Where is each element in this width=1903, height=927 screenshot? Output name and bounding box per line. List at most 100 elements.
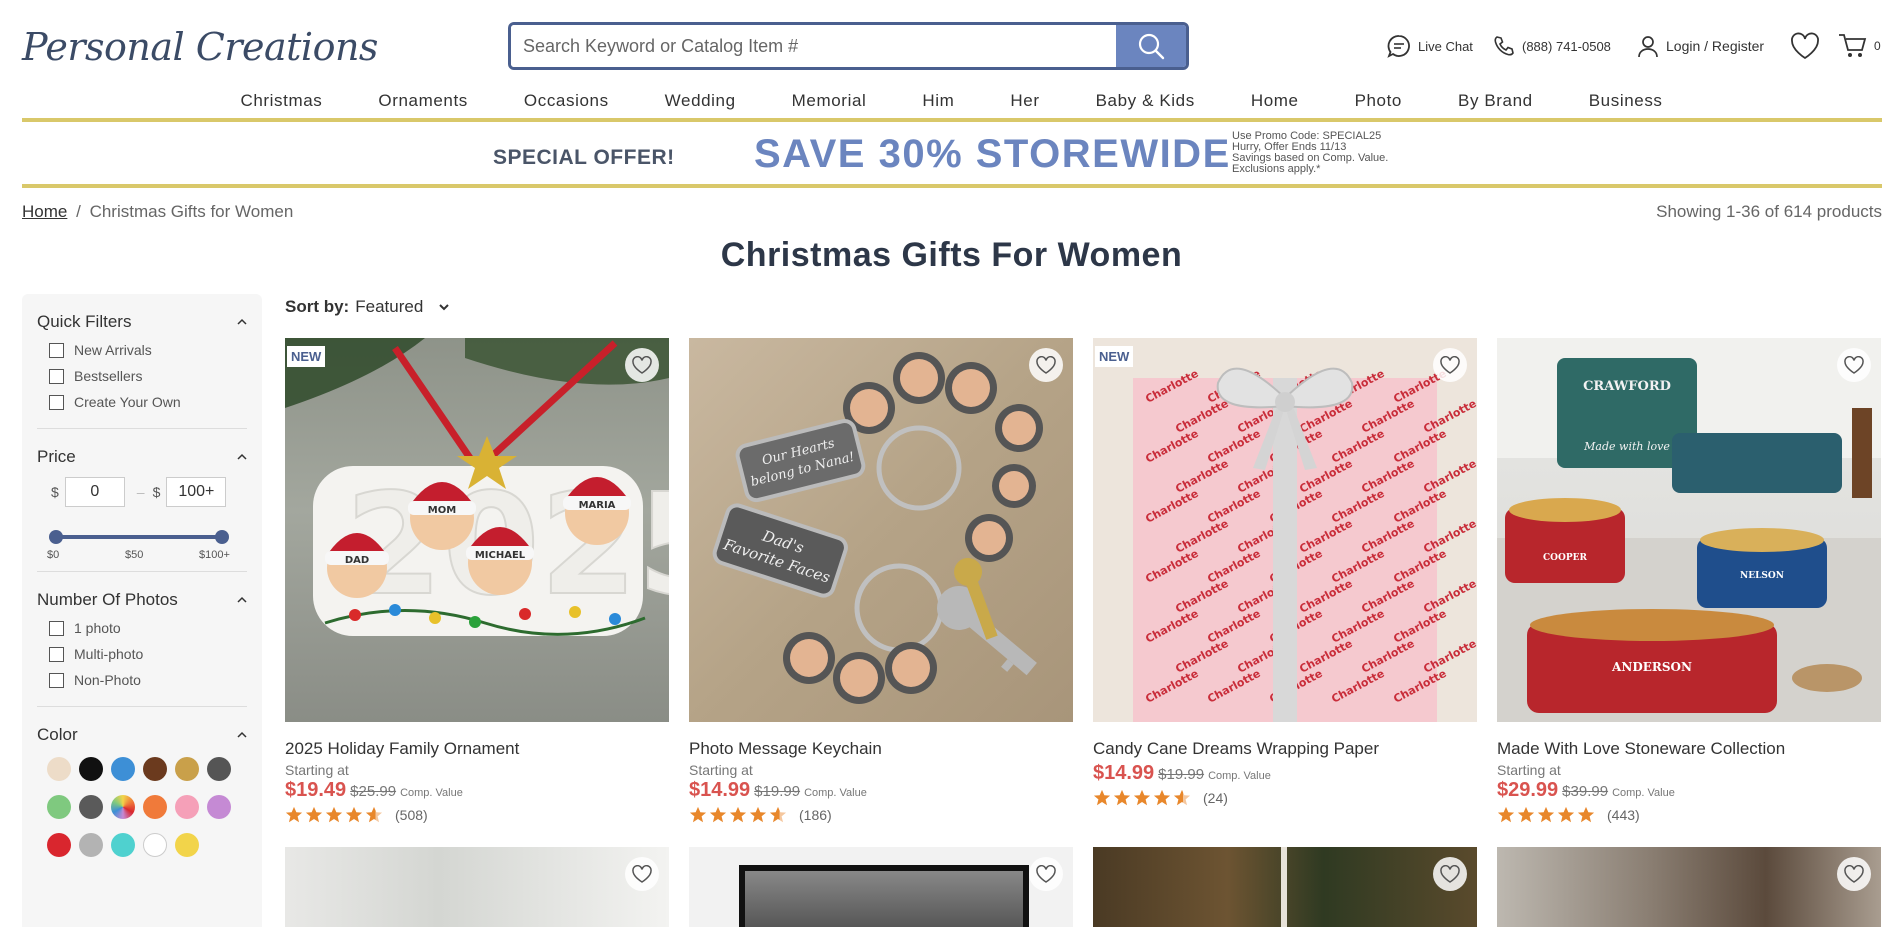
heart-icon [1440,865,1460,883]
nav-baby-kids[interactable]: Baby & Kids [1068,88,1223,114]
checkbox[interactable] [49,646,64,662]
product-image[interactable] [689,847,1073,927]
color-swatch[interactable] [175,833,199,857]
filter-option-1-photo[interactable]: 1 photo [49,620,247,636]
product-name[interactable]: 2025 Holiday Family Ornament [285,739,669,759]
filter-color-header[interactable]: Color [37,725,247,745]
nav-occasions[interactable]: Occasions [496,88,637,114]
color-swatch[interactable] [175,795,199,819]
color-swatch[interactable] [79,757,103,781]
filter-option-multi-photo[interactable]: Multi-photo [49,646,247,662]
product-rating[interactable]: (443) [1497,806,1881,824]
price-current: $14.99 [1093,762,1155,784]
nav-ornaments[interactable]: Ornaments [350,88,496,114]
product-card[interactable]: CRAWFORD Made with love COOPER NELSON AN… [1497,338,1881,824]
color-swatch[interactable] [207,795,231,819]
search-input[interactable] [511,25,1116,67]
favorite-button[interactable] [1837,348,1871,382]
filter-option-new-arrivals[interactable]: New Arrivals [49,342,247,358]
checkbox[interactable] [49,368,64,384]
nav-wedding[interactable]: Wedding [637,88,764,114]
color-swatch[interactable] [79,795,103,819]
price-slider-min-handle[interactable] [49,530,63,544]
color-swatch[interactable] [175,757,199,781]
favorite-button[interactable] [1837,857,1871,891]
promo-banner[interactable]: SPECIAL OFFER! SAVE 30% STOREWIDE Use Pr… [22,118,1882,188]
favorite-button[interactable] [625,348,659,382]
color-swatch[interactable] [143,833,167,857]
price-slider: $0 $50 $100+ [47,525,230,561]
nav-memorial[interactable]: Memorial [764,88,895,114]
checkbox[interactable] [49,394,64,410]
product-card[interactable]: 2025 DAD MOM MICHAEL MARIA NEW 2025 Holi… [285,338,669,824]
checkbox[interactable] [49,672,64,688]
product-image[interactable]: Our Hearts belong to Nana! Dad's Favorite … [689,338,1073,722]
product-card[interactable]: Charlotte Charlotte Charlotte Charlotte Char… [1093,338,1477,807]
product-rating[interactable]: (24) [1093,789,1477,807]
color-swatch[interactable] [111,757,135,781]
favorite-button[interactable] [1433,348,1467,382]
filter-price-header[interactable]: Price [37,447,247,467]
nav-photo[interactable]: Photo [1327,88,1430,114]
filter-option-bestsellers[interactable]: Bestsellers [49,368,247,384]
color-swatch[interactable] [47,833,71,857]
product-card[interactable]: Our Hearts belong to Nana! Dad's Favorite … [689,338,1073,824]
nav-business[interactable]: Business [1561,88,1691,114]
favorite-button[interactable] [1433,857,1467,891]
star-icon [1517,806,1535,823]
phone-link[interactable]: (888) 741-0508 [1492,30,1611,62]
checkbox[interactable] [49,620,64,636]
color-swatch[interactable] [47,757,71,781]
sort-dropdown[interactable]: Sort by: Featured [285,297,451,317]
filter-option-create-your-own[interactable]: Create Your Own [49,394,247,410]
heart-icon [1440,356,1460,374]
nav-her[interactable]: Her [982,88,1067,114]
filter-photos-header[interactable]: Number Of Photos [37,590,247,610]
star-icon [1537,806,1555,823]
login-link[interactable]: Login / Register [1636,30,1764,62]
filter-quick-header[interactable]: Quick Filters [37,312,247,332]
color-swatch[interactable] [143,757,167,781]
wishlist-button[interactable] [1790,30,1820,62]
color-swatch[interactable] [207,757,231,781]
product-image[interactable]: 2025 DAD MOM MICHAEL MARIA NEW [285,338,669,722]
nav-him[interactable]: Him [894,88,982,114]
product-price: $29.99 $39.99 Comp. Value [1497,779,1881,802]
product-rating[interactable]: (508) [285,806,669,824]
site-logo[interactable]: Personal Creations [22,24,378,70]
filter-option-non-photo[interactable]: Non-Photo [49,672,247,688]
product-image[interactable]: Charlotte Charlotte Charlotte Charlotte Char… [1093,338,1477,722]
product-image[interactable] [285,847,669,927]
cart-button[interactable]: 0 [1838,30,1881,62]
favorite-button[interactable] [625,857,659,891]
price-max-input[interactable]: 100+ [166,477,227,507]
stoneware-name-crawford: CRAWFORD [1583,379,1671,394]
breadcrumb-home[interactable]: Home [22,202,67,221]
nav-home[interactable]: Home [1223,88,1327,114]
product-image[interactable] [1497,847,1881,927]
product-rating[interactable]: (186) [689,806,1073,824]
search-button[interactable] [1116,25,1186,67]
product-starting-at: Starting at [285,762,349,778]
live-chat-link[interactable]: Live Chat [1386,30,1473,62]
nav-by-brand[interactable]: By Brand [1430,88,1561,114]
color-swatch[interactable] [111,795,135,819]
color-swatch[interactable] [79,833,103,857]
color-swatch[interactable] [47,795,71,819]
favorite-button[interactable] [1029,348,1063,382]
product-name[interactable]: Photo Message Keychain [689,739,1073,759]
product-image[interactable] [1093,847,1477,927]
price-min-input[interactable]: 0 [64,477,125,507]
color-swatch[interactable] [111,833,135,857]
checkbox[interactable] [49,342,64,358]
product-name[interactable]: Made With Love Stoneware Collection [1497,739,1881,759]
product-name[interactable]: Candy Cane Dreams Wrapping Paper [1093,739,1477,759]
price-dash: – [136,484,145,500]
color-swatch[interactable] [143,795,167,819]
product-image[interactable]: CRAWFORD Made with love COOPER NELSON AN… [1497,338,1881,722]
nav-christmas[interactable]: Christmas [212,88,350,114]
favorite-button[interactable] [1029,857,1063,891]
chevron-up-icon [237,596,247,603]
product-starting-at: Starting at [689,762,753,778]
price-slider-max-handle[interactable] [215,530,229,544]
